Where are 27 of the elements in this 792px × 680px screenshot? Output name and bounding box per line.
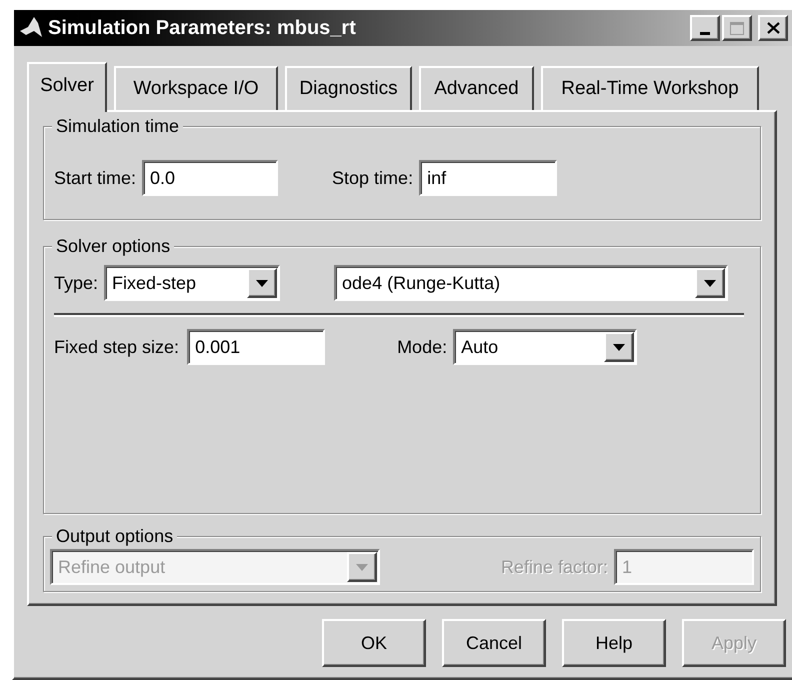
tab[interactable]: Diagnostics [285,66,412,110]
tab[interactable]: Advanced [419,66,534,110]
field-label: Mode: [397,336,448,358]
field-label: Start time: [54,166,136,190]
tab[interactable]: Solver [27,62,107,112]
window-title: Simulation Parameters: mbus_rt [48,16,356,41]
maximize-button[interactable] [722,15,752,41]
minimize-icon [700,32,710,35]
input-field[interactable]: inf [419,160,558,196]
tab[interactable]: Real-Time Workshop [541,66,759,110]
maximize-icon [730,22,744,34]
dialog-button[interactable]: OK [322,619,426,667]
field-label: Type: [54,272,98,295]
field-label: Fixed step size: [54,336,180,359]
dropdown[interactable]: Auto [453,329,638,365]
minimize-button[interactable] [690,15,720,41]
close-icon [766,22,780,34]
field-label: Refine factor: [500,556,608,578]
dialog-button[interactable]: Help [562,619,666,667]
input-field[interactable]: 0.001 [187,329,326,365]
dialog-button[interactable]: Cancel [442,619,546,667]
tab[interactable]: Workspace I/O [114,66,278,110]
field-label: Stop time: [332,166,414,190]
dropdown[interactable]: Fixed-step [104,265,280,301]
input-field[interactable]: 0.0 [142,160,278,196]
close-button[interactable] [758,15,788,41]
dropdown[interactable]: ode4 (Runge-Kutta) [334,265,728,301]
